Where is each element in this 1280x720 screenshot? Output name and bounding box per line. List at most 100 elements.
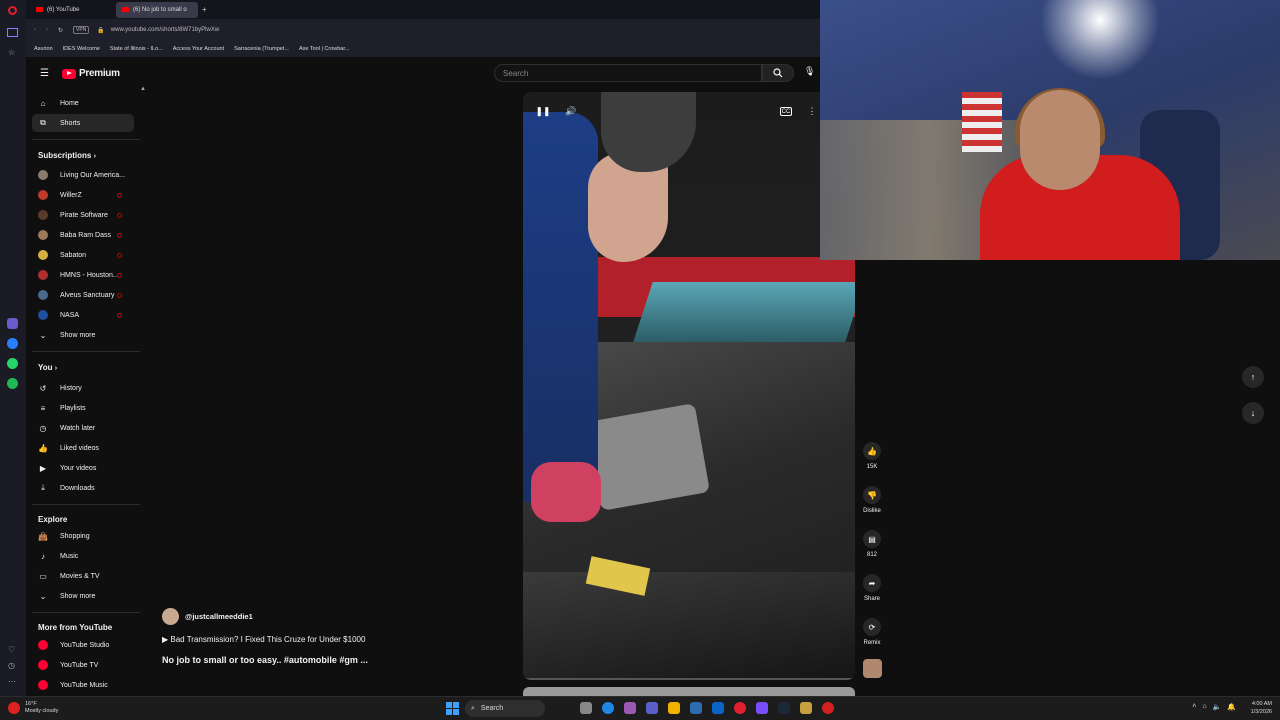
spotify-icon[interactable] (7, 378, 18, 389)
remix-button[interactable]: ⟳ Remix (860, 618, 884, 646)
outlook-icon[interactable] (712, 702, 724, 714)
sidebar-show-more-explore[interactable]: ⌄ Show more (32, 587, 134, 605)
sidebar-item-subscription[interactable]: Sabaton (32, 246, 134, 264)
teams-icon[interactable] (646, 702, 658, 714)
bookmark-item[interactable]: IDES Welcome (63, 46, 100, 52)
progress-bar[interactable] (523, 678, 855, 680)
search-button[interactable] (762, 64, 794, 82)
sidebar-scroll-up-icon[interactable]: ▲ (140, 86, 146, 92)
sidebar-item-music[interactable]: ♪ Music (32, 547, 134, 565)
sound-thumbnail[interactable] (863, 659, 882, 678)
speaker-icon[interactable]: 🔈 (1213, 703, 1222, 711)
bookmark-item[interactable]: Sarracenia (Trumpet... (234, 46, 289, 52)
more-options-icon[interactable]: ⋮ (804, 103, 820, 119)
bell-icon[interactable]: 🔔 (1227, 703, 1236, 711)
sidebar-item-youtube-tv[interactable]: YouTube TV (32, 656, 134, 674)
sidebar-item-subscription[interactable]: Pirate Software (32, 206, 134, 224)
heart-icon[interactable]: ♡ (8, 645, 15, 654)
sidebar-item-subscription[interactable]: WillerZ (32, 186, 134, 204)
steam-icon[interactable] (778, 702, 790, 714)
sidebar-item-subscription[interactable]: Alveus Sanctuary (32, 286, 134, 304)
task-view-icon[interactable] (580, 702, 592, 714)
sidebar-item-subscription[interactable]: NASA (32, 306, 134, 324)
share-button[interactable]: ➦ Share (860, 574, 884, 602)
bookmark-item[interactable]: State of Illinois - ILo... (110, 46, 163, 52)
menu-icon[interactable]: ☰ (40, 68, 49, 79)
captions-icon[interactable]: CC (780, 107, 792, 116)
sidebar-item-subscription[interactable]: Baba Ram Dass (32, 226, 134, 244)
youtube-studio-icon (38, 640, 48, 650)
subscriptions-heading[interactable]: Subscriptions › (38, 151, 96, 160)
sidebar-item-youtube-music[interactable]: YouTube Music (32, 676, 134, 694)
thumb-up-icon: 👍 (863, 442, 881, 460)
home-shortcut-icon[interactable] (7, 28, 18, 37)
sidebar-item-history[interactable]: ↺ History (32, 379, 134, 397)
sidebar-item-downloads[interactable]: ⤓ Downloads (32, 479, 134, 497)
more-icon[interactable]: ⋯ (8, 677, 16, 686)
sidebar-show-more-subscriptions[interactable]: ⌄ Show more (32, 326, 134, 344)
volume-icon[interactable]: 🔊 (563, 103, 579, 119)
time: 4:00 AM (1251, 701, 1272, 707)
windows-start-icon[interactable] (446, 702, 459, 715)
discord-icon[interactable] (756, 702, 768, 714)
back-icon[interactable]: ‹ (34, 27, 36, 33)
store-icon[interactable] (690, 702, 702, 714)
vpn-badge[interactable]: VPN (73, 26, 90, 34)
youtube-logo[interactable]: Premium (62, 68, 120, 79)
divider (32, 612, 140, 613)
messenger-icon[interactable] (7, 338, 18, 349)
next-short-button[interactable]: ↓ (1242, 402, 1264, 424)
chevron-up-icon[interactable]: ˄ (1192, 703, 1196, 711)
sidebar-item-your-videos[interactable]: ▶ Your videos (32, 459, 134, 477)
copilot-icon[interactable] (624, 702, 636, 714)
related-video-link[interactable]: ▶ Bad Transmission? I Fixed This Cruze f… (162, 635, 365, 644)
channel-name[interactable]: @justcallmeeddie1 (185, 612, 253, 621)
opera-logo-icon[interactable] (8, 6, 17, 15)
network-icon[interactable]: ⌂ (1202, 703, 1206, 711)
search-input[interactable]: Search (494, 64, 762, 82)
bookmark-item[interactable]: Asurion (34, 46, 53, 52)
microphone-icon[interactable]: 🎙 (804, 66, 815, 77)
opera-icon[interactable] (734, 702, 746, 714)
history-clock-icon[interactable]: ◷ (8, 661, 15, 670)
sidebar-item-playlists[interactable]: ≡ Playlists (32, 399, 134, 417)
obs-icon[interactable] (822, 702, 834, 714)
short-title[interactable]: No job to small or too easy.. #automobil… (162, 655, 368, 665)
bookmark-item[interactable]: Access Your Account (173, 46, 224, 52)
previous-short-button[interactable]: ↑ (1242, 366, 1264, 388)
app-icon[interactable] (800, 702, 812, 714)
bookmark-item[interactable]: Axe Tool | Crowbar... (299, 46, 350, 52)
comments-button[interactable]: ▤ 812 (860, 530, 884, 558)
file-explorer-icon[interactable] (668, 702, 680, 714)
sidebar-item-subscription[interactable]: HMNS - Houston... (32, 266, 134, 284)
reload-icon[interactable]: ↻ (58, 27, 63, 34)
edge-icon[interactable] (602, 702, 614, 714)
sidebar-item-shorts[interactable]: ⧉ Shorts (32, 114, 134, 132)
sidebar-item-movies-tv[interactable]: ▭ Movies & TV (32, 567, 134, 585)
pinboard-icon[interactable]: ☆ (8, 48, 15, 57)
sidebar-item-home[interactable]: ⌂ Home (32, 94, 134, 112)
pause-icon[interactable]: ❚❚ (535, 103, 551, 119)
dislike-button[interactable]: 👎 Dislike (860, 486, 884, 514)
next-short-preview[interactable] (523, 687, 855, 696)
you-heading[interactable]: You › (38, 363, 57, 372)
taskbar-search[interactable]: ⌕ Search (465, 700, 545, 717)
shorts-video-player[interactable]: ❚❚ 🔊 CC ⋮ (523, 92, 855, 680)
sidebar-item-subscription[interactable]: Living Our America... (32, 166, 134, 184)
clock[interactable]: 4:00 AM 1/3/2026 (1251, 700, 1272, 716)
url-field[interactable]: www.youtube.com/shorts/8W71byPlwXw (111, 27, 219, 33)
sidebar-item-youtube-studio[interactable]: YouTube Studio (32, 636, 134, 654)
like-button[interactable]: 👍 15K (860, 442, 884, 470)
new-tab-button[interactable]: + (202, 5, 207, 14)
tab-youtube[interactable]: (6) YouTube (30, 2, 112, 18)
avatar[interactable] (162, 608, 179, 625)
sidebar-item-shopping[interactable]: 👜 Shopping (32, 527, 134, 545)
channel-avatar-icon (38, 270, 48, 280)
whatsapp-icon[interactable] (7, 358, 18, 369)
forward-icon[interactable]: › (46, 27, 48, 33)
aria-icon[interactable] (7, 318, 18, 329)
sidebar-item-liked-videos[interactable]: 👍 Liked videos (32, 439, 134, 457)
tab-short[interactable]: (6) No job to small o (116, 1, 198, 18)
sidebar-item-watch-later[interactable]: ◷ Watch later (32, 419, 134, 437)
weather-widget[interactable]: 16°F Mostly cloudy (8, 701, 58, 715)
